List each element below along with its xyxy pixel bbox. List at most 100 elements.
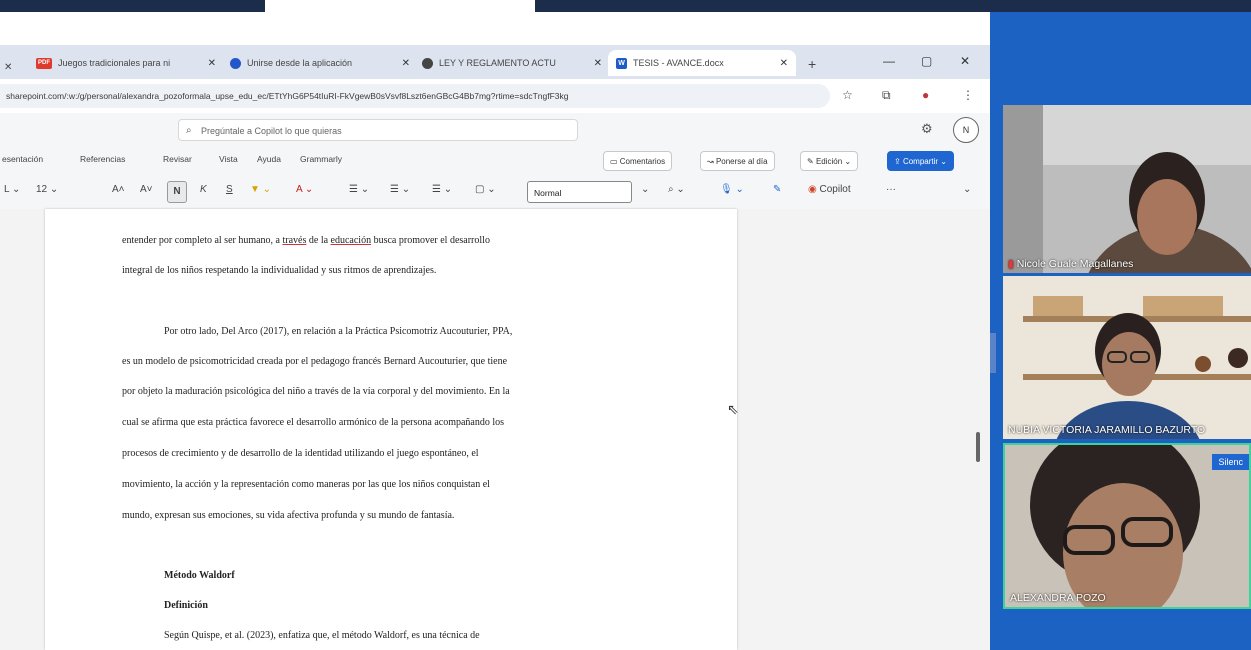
shrink-font-icon[interactable]: A˅: [140, 184, 153, 195]
tab-tesis[interactable]: W TESIS - AVANCE.docx ✕: [608, 50, 796, 76]
copilot-button[interactable]: ◉ Copilot: [808, 184, 851, 195]
italic-button[interactable]: K: [200, 184, 207, 195]
more-options-button[interactable]: ···: [886, 184, 896, 195]
panel-resize-handle[interactable]: [990, 333, 996, 373]
document-line: cual se afirma que esta práctica favorec…: [122, 417, 505, 428]
document-line: es un modelo de psicomotricidad creada p…: [122, 356, 508, 367]
bullets-icon[interactable]: ☰ ⌄: [349, 184, 369, 195]
participant-tile[interactable]: NUBIA VICTORIA JARAMILLO BAZURTO: [1003, 276, 1251, 439]
tab-close-icon[interactable]: ✕: [396, 58, 410, 69]
gear-icon[interactable]: ⚙: [921, 121, 933, 137]
document-line: mundo, expresan sus emociones, su vida a…: [122, 510, 455, 521]
font-size-dropdown[interactable]: 12 ⌄: [36, 184, 58, 195]
copilot-label: Copilot: [819, 184, 851, 195]
avatar[interactable]: N: [953, 117, 979, 143]
word-header: ⌕ Pregúntale a Copilot lo que quieras ⚙ …: [0, 113, 990, 147]
editing-label: Edición: [815, 157, 843, 166]
ribbon-tabs: esentación Referencias Revisar Vista Ayu…: [0, 147, 990, 175]
comments-label: Comentarios: [619, 157, 666, 166]
tab-label: LEY Y REGLAMENTO ACTU: [439, 58, 556, 68]
url-field[interactable]: sharepoint.com/:w:/g/personal/alexandra_…: [0, 84, 830, 108]
screen-share-top-bar-right: [535, 0, 1251, 12]
minimize-button[interactable]: —: [883, 54, 895, 68]
copilot-icon: ◉: [808, 184, 820, 195]
text-run: entender por completo al ser humano, a: [122, 235, 283, 246]
bold-button[interactable]: N: [167, 181, 187, 203]
tab-label: Juegos tradicionales para ni: [58, 58, 171, 68]
tab-juegos[interactable]: PDF Juegos tradicionales para ni ✕: [36, 50, 216, 76]
profile-icon[interactable]: ●: [922, 88, 929, 102]
search-icon: ⌕: [186, 125, 192, 136]
tab-grammarly[interactable]: Grammarly: [300, 154, 342, 164]
tab-ayuda[interactable]: Ayuda: [257, 154, 281, 164]
tab-ley[interactable]: LEY Y REGLAMENTO ACTU ✕: [422, 50, 602, 76]
participant-name-text: Nicole Guale Magallanes: [1016, 258, 1134, 270]
style-dropdown[interactable]: Normal: [527, 181, 632, 203]
numbering-icon[interactable]: ☰ ⌄: [390, 184, 410, 195]
muted-mic-icon: ▮: [1008, 258, 1017, 270]
tab-revisar[interactable]: Revisar: [163, 154, 192, 164]
heading-metodo-waldorf: Método Waldorf: [164, 570, 235, 581]
catchup-label: Ponerse al día: [715, 157, 768, 166]
close-icon[interactable]: ✕: [4, 54, 12, 80]
tab-unirse[interactable]: Unirse desde la aplicación ✕: [230, 50, 410, 76]
participant-name: ▮ Nicole Guale Magallanes: [1008, 258, 1133, 270]
document-line: por objeto la maduración psicológica del…: [122, 386, 510, 397]
underline-button[interactable]: S: [226, 184, 233, 195]
dictate-icon[interactable]: 🎙︎ ⌄: [720, 184, 744, 195]
tab-presentacion[interactable]: esentación: [2, 154, 43, 164]
font-family-dropdown[interactable]: L ⌄: [4, 184, 20, 195]
mute-badge[interactable]: Silenc: [1212, 454, 1249, 470]
tab-close-icon[interactable]: ✕: [774, 58, 788, 69]
tab-close-icon[interactable]: ✕: [202, 58, 216, 69]
tab-close-icon[interactable]: ✕: [588, 58, 602, 69]
pencil-icon: ✎: [807, 157, 816, 166]
new-tab-button[interactable]: +: [808, 51, 816, 77]
chevron-down-icon: ⌄: [938, 157, 947, 166]
comment-icon: ▭: [610, 157, 620, 166]
catchup-icon: ↝: [707, 157, 716, 166]
participant-tile[interactable]: ▮ Nicole Guale Magallanes: [1003, 105, 1251, 273]
font-size-value: 12: [36, 184, 48, 195]
document-line: Por otro lado, Del Arco (2017), en relac…: [164, 326, 513, 337]
editing-button[interactable]: ✎ Edición ⌄: [800, 151, 859, 171]
editor-icon[interactable]: ✎: [773, 184, 781, 195]
comments-button[interactable]: ▭ Comentarios: [603, 151, 673, 171]
ribbon-expand-icon[interactable]: ⌄: [963, 184, 971, 195]
tab-label: Unirse desde la aplicación: [247, 58, 353, 68]
share-label: Compartir: [902, 157, 939, 166]
font-color-icon[interactable]: A ⌄: [296, 184, 313, 195]
align-icon[interactable]: ☰ ⌄: [432, 184, 452, 195]
participant-tile-speaking[interactable]: Silenc ALEXANDRA POZO: [1003, 443, 1251, 609]
document-line: integral de los niños respetando la indi…: [122, 265, 437, 276]
scrollbar-thumb[interactable]: [976, 432, 980, 462]
copilot-search-input[interactable]: ⌕ Pregúntale a Copilot lo que quieras: [178, 119, 578, 141]
tab-label: TESIS - AVANCE.docx: [633, 58, 724, 68]
text-run: de la: [306, 235, 331, 246]
spelling-flag: través: [282, 235, 307, 246]
chevron-down-icon[interactable]: ⌄: [641, 184, 649, 195]
restore-button[interactable]: ▢: [921, 54, 932, 68]
borders-icon[interactable]: ▢ ⌄: [475, 184, 496, 195]
tab-vista[interactable]: Vista: [219, 154, 238, 164]
chevron-down-icon: ⌄: [842, 157, 852, 166]
address-bar-row: sharepoint.com/:w:/g/personal/alexandra_…: [0, 79, 990, 114]
grow-font-icon[interactable]: A˄: [112, 184, 125, 195]
screen-share-top-bar: [0, 0, 265, 12]
document-line: Según Quispe, et al. (2023), enfatiza qu…: [164, 630, 480, 641]
teams-icon: [230, 57, 241, 69]
extensions-icon[interactable]: ⧉: [882, 88, 891, 103]
spelling-flag: educación: [330, 235, 372, 246]
close-window-button[interactable]: ✕: [960, 54, 970, 68]
highlight-icon[interactable]: ▼ ⌄: [250, 184, 271, 195]
mouse-cursor-icon: ⇖: [727, 401, 739, 417]
star-icon[interactable]: ☆: [842, 88, 853, 102]
document-line: procesos de crecimiento y de desarrollo …: [122, 448, 479, 459]
tab-referencias[interactable]: Referencias: [80, 154, 125, 164]
find-icon[interactable]: ⌕ ⌄: [668, 184, 685, 195]
document-line: entender por completo al ser humano, a t…: [122, 235, 490, 246]
menu-icon[interactable]: ⋮: [962, 88, 974, 102]
text-run: busca promover el desarrollo: [371, 235, 490, 246]
catchup-button[interactable]: ↝ Ponerse al día: [700, 151, 775, 171]
share-button[interactable]: ⇪ Compartir ⌄: [887, 151, 954, 171]
